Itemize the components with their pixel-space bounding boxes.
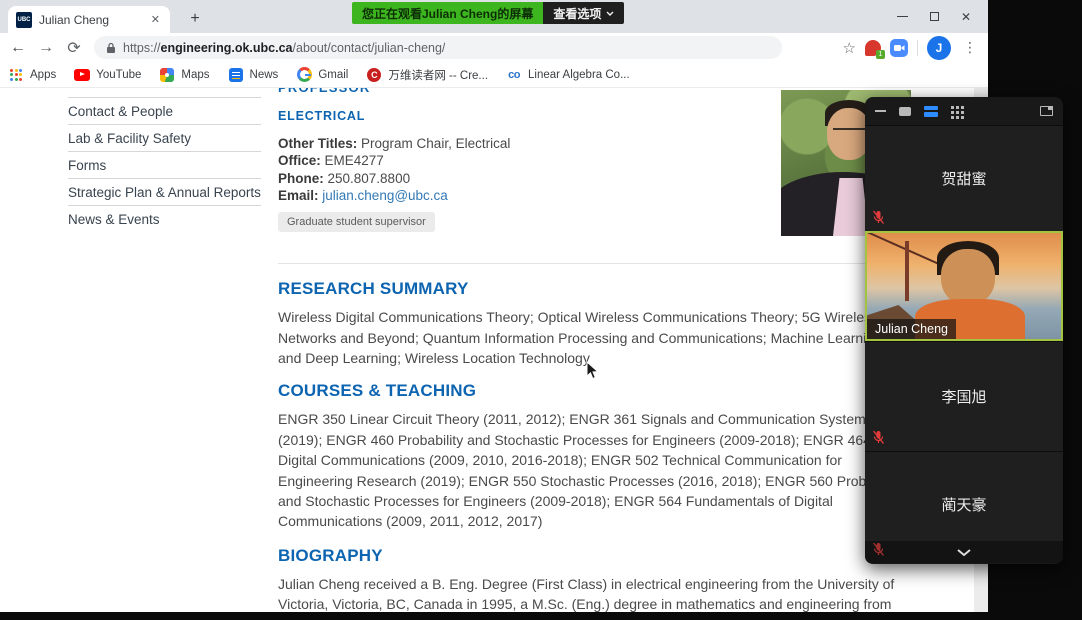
window-restore-button[interactable]: [918, 4, 950, 30]
bookmark-label: 万维读者网 -- Cre...: [388, 67, 488, 83]
view-options-label: 查看选项: [553, 5, 601, 22]
field-label: Other Titles:: [278, 136, 357, 151]
sidebar-item-contact-people[interactable]: Contact & People: [68, 97, 261, 124]
news-icon: [228, 67, 244, 83]
field-value: EME4277: [321, 153, 384, 168]
ubc-favicon: UBC: [16, 12, 32, 28]
participant-tile[interactable]: 蔺天豪: [865, 451, 1063, 563]
gallery-view-icon[interactable]: [951, 106, 954, 109]
browser-window: UBC Julian Cheng ✕ + ✕ 您正在观看Julian Cheng…: [0, 0, 988, 612]
back-button[interactable]: ←: [4, 39, 32, 57]
gmail-icon: [296, 67, 312, 83]
bookmark-label: News: [250, 69, 279, 81]
bookmark-apps[interactable]: Apps: [8, 67, 56, 83]
new-tab-button[interactable]: +: [183, 8, 207, 30]
video-background-detail: [905, 241, 909, 301]
profile-avatar[interactable]: J: [927, 36, 951, 60]
zoom-panel-toolbar: [865, 97, 1063, 125]
view-options-button[interactable]: 查看选项: [543, 2, 624, 24]
creaders-icon: C: [366, 67, 382, 83]
share-banner-text: 您正在观看Julian Cheng的屏幕: [352, 2, 543, 24]
participant-video-tile[interactable]: Julian Cheng: [865, 231, 1063, 341]
strip-view-icon[interactable]: [924, 106, 938, 117]
window-close-button[interactable]: ✕: [950, 4, 982, 30]
field-label: Phone:: [278, 171, 324, 186]
muted-mic-icon: [872, 430, 885, 445]
speaker-view-icon[interactable]: [899, 107, 911, 116]
mouse-cursor: [586, 361, 599, 380]
page-side-nav: Contact & People Lab & Facility Safety F…: [68, 97, 261, 232]
browser-menu-button[interactable]: ⋮: [960, 39, 980, 56]
lock-icon: [106, 42, 116, 54]
youtube-icon: [74, 67, 90, 83]
window-minimize-button[interactable]: [886, 4, 918, 30]
layout-popout-icon[interactable]: [1040, 106, 1053, 116]
url-host: engineering.ok.ubc.ca: [161, 41, 293, 55]
bookmark-label: Apps: [30, 69, 56, 81]
sidebar-item-forms[interactable]: Forms: [68, 151, 261, 178]
zoom-extension-icon[interactable]: [890, 39, 908, 57]
zoom-participants-panel: 贺甜蜜 Julian Cheng 李国旭: [865, 97, 1063, 564]
zoom-minimize-icon[interactable]: [875, 110, 886, 112]
url-text: https://engineering.ok.ubc.ca/about/cont…: [123, 41, 445, 55]
screen-share-banner: 您正在观看Julian Cheng的屏幕 查看选项: [352, 2, 624, 24]
field-value: 250.807.8800: [324, 171, 410, 186]
bookmark-label: Gmail: [318, 69, 348, 81]
participant-name-label: Julian Cheng: [867, 319, 956, 339]
field-label: Office:: [278, 153, 321, 168]
video-person-detail: [941, 249, 995, 305]
extension-badge: 1: [876, 50, 885, 59]
minimize-icon: [897, 16, 908, 18]
section-divider: [278, 263, 960, 264]
email-link[interactable]: julian.cheng@ubc.ca: [322, 188, 448, 203]
url-path: /about/contact/julian-cheng/: [293, 41, 446, 55]
bookmark-maps[interactable]: Maps: [159, 67, 209, 83]
participant-name: 贺甜蜜: [865, 126, 1063, 231]
video-camera-icon: [894, 44, 905, 52]
browser-tab[interactable]: UBC Julian Cheng ✕: [8, 6, 170, 33]
sidebar-item-lab-safety[interactable]: Lab & Facility Safety: [68, 124, 261, 151]
bookmark-label: Linear Algebra Co...: [528, 69, 630, 81]
participant-name: 李国旭: [865, 342, 1063, 451]
field-value: Program Chair, Electrical: [357, 136, 510, 151]
browser-toolbar: ← → ⟳ https://engineering.ok.ubc.ca/abou…: [0, 33, 988, 62]
bookmark-gmail[interactable]: Gmail: [296, 67, 348, 83]
chevron-down-icon: [606, 11, 614, 16]
restore-icon: [930, 12, 939, 21]
bookmark-label: Maps: [181, 69, 209, 81]
toolbar-right: ☆ 1 J ⋮: [843, 33, 980, 62]
muted-mic-icon: [872, 542, 885, 557]
divider: [917, 40, 918, 56]
sidebar-item-news-events[interactable]: News & Events: [68, 205, 261, 232]
window-controls: ✕: [886, 0, 982, 33]
collapse-chevron-icon[interactable]: [956, 548, 972, 557]
screen: UBC Julian Cheng ✕ + ✕ 您正在观看Julian Cheng…: [0, 0, 1082, 620]
biography-body: Julian Cheng received a B. Eng. Degree (…: [278, 574, 988, 612]
sidebar-item-strategic-plan[interactable]: Strategic Plan & Annual Reports: [68, 178, 261, 205]
bookmark-coursera[interactable]: co Linear Algebra Co...: [506, 67, 630, 83]
bookmark-label: YouTube: [96, 69, 141, 81]
extension-icon[interactable]: 1: [865, 40, 881, 56]
bookmarks-bar: Apps YouTube Maps News Gmail C 万维读者网 -- …: [0, 62, 988, 88]
field-label: Email:: [278, 188, 319, 203]
photo-detail: [833, 128, 865, 133]
reload-button[interactable]: ⟳: [60, 38, 88, 58]
url-scheme: https://: [123, 41, 161, 55]
bookmark-news[interactable]: News: [228, 67, 279, 83]
bookmark-star-icon[interactable]: ☆: [843, 39, 856, 57]
muted-mic-icon: [872, 210, 885, 225]
tab-close-icon[interactable]: ✕: [149, 13, 162, 26]
maps-icon: [159, 67, 175, 83]
bookmark-creaders[interactable]: C 万维读者网 -- Cre...: [366, 67, 488, 83]
webpage-content: Contact & People Lab & Facility Safety F…: [0, 88, 988, 612]
coursera-icon: co: [506, 67, 522, 83]
supervisor-badge: Graduate student supervisor: [278, 212, 435, 232]
participant-tile[interactable]: 李国旭: [865, 341, 1063, 451]
forward-button[interactable]: →: [32, 39, 60, 57]
participant-tile[interactable]: 贺甜蜜: [865, 125, 1063, 231]
address-bar[interactable]: https://engineering.ok.ubc.ca/about/cont…: [94, 36, 782, 59]
tab-title: Julian Cheng: [39, 13, 142, 27]
apps-grid-icon: [8, 67, 24, 83]
bookmark-youtube[interactable]: YouTube: [74, 67, 141, 83]
